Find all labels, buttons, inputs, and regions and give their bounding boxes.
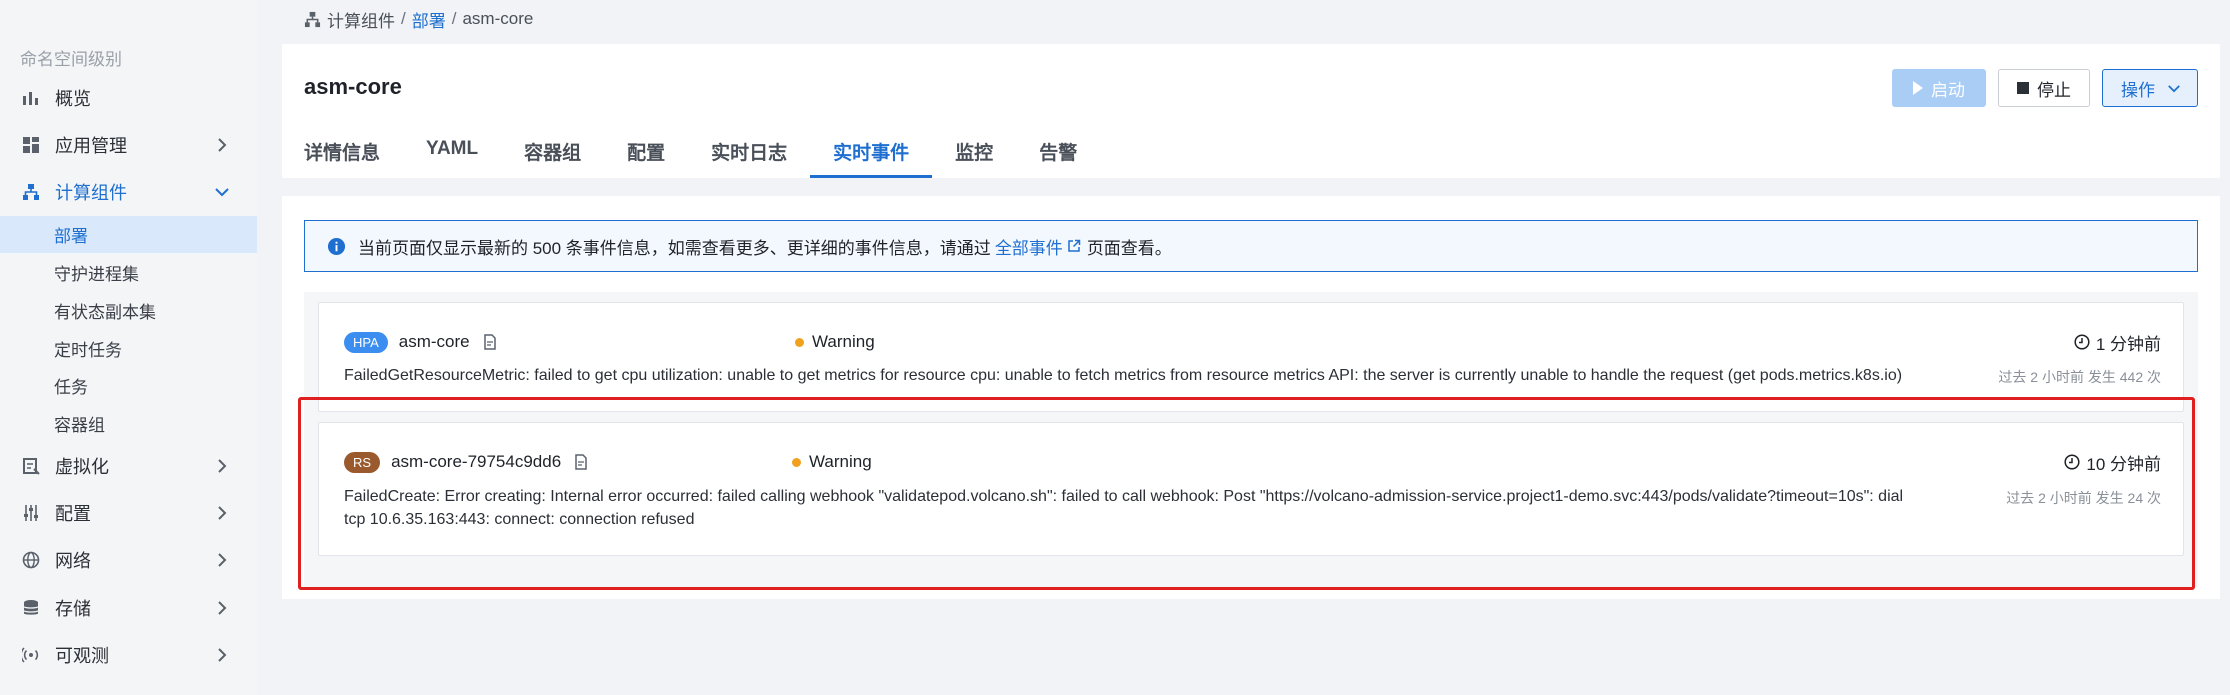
events-list: HPA asm-core Warning 1 分钟前 FailedGetReso… [304, 292, 2198, 587]
breadcrumb-section[interactable]: 部署 [412, 7, 446, 32]
tab-logs[interactable]: 实时日志 [688, 126, 810, 178]
virtual-machine-icon [21, 456, 41, 476]
hierarchy-icon [21, 182, 41, 202]
breadcrumb-separator: / [451, 9, 457, 28]
radar-icon [21, 645, 41, 665]
sidebar-item-app-management[interactable]: 应用管理 [0, 125, 257, 165]
events-panel: 当前页面仅显示最新的 500 条事件信息，如需查看更多、更详细的事件信息，请通过… [282, 196, 2220, 599]
warning-dot [795, 337, 804, 347]
chevron-right-icon [211, 458, 233, 474]
event-item: HPA asm-core Warning 1 分钟前 FailedGetReso… [318, 302, 2184, 412]
breadcrumb-separator: / [401, 9, 406, 28]
tab-details[interactable]: 详情信息 [304, 126, 403, 178]
page-title: asm-core [304, 74, 402, 99]
sidebar-sub-deployments[interactable]: 部署 [0, 216, 257, 253]
event-message: FailedCreate: Error creating: Internal e… [344, 485, 1964, 531]
sliders-icon [21, 503, 41, 523]
start-button-label: 启动 [1931, 80, 1965, 100]
time-label: 10 分钟前 [2086, 454, 2161, 474]
stop-button-label: 停止 [2037, 80, 2071, 100]
breadcrumb-current: asm-core [462, 9, 534, 28]
action-buttons: 启动 停止 操作 [1892, 69, 2198, 107]
tab-bar: 详情信息 YAML 容器组 配置 实时日志 实时事件 监控 告警 [304, 126, 1100, 178]
chevron-right-icon [211, 137, 233, 153]
event-meta: 过去 2 小时前 发生 442 次 [1998, 369, 2161, 385]
sidebar-sub-cronjobs[interactable]: 定时任务 [0, 330, 257, 367]
kind-badge: HPA [344, 331, 388, 353]
chevron-right-icon [211, 647, 233, 663]
tab-pods[interactable]: 容器组 [501, 126, 604, 178]
chevron-right-icon [211, 600, 233, 616]
resource-name: asm-core-79754c9dd6 [391, 452, 562, 471]
chevron-right-icon [211, 505, 233, 521]
event-message-line: FailedCreate: Error creating: Internal e… [344, 488, 1904, 505]
resource-name: asm-core [398, 332, 470, 351]
event-time: 1 分钟前 [2074, 329, 2161, 355]
sidebar-sub-pods[interactable]: 容器组 [0, 405, 257, 442]
event-status: Warning [792, 449, 872, 475]
chevron-down-icon [2167, 84, 2181, 93]
globe-icon [21, 550, 41, 570]
sidebar-item-compute[interactable]: 计算组件 [0, 172, 257, 212]
sidebar-item-virtualization[interactable]: 虚拟化 [0, 446, 257, 486]
clock-icon [2064, 454, 2080, 470]
event-status: Warning [795, 329, 875, 355]
status-label: Warning [809, 452, 872, 471]
event-item: RS asm-core-79754c9dd6 Warning 10 分钟前 Fa… [318, 422, 2184, 556]
tab-monitoring[interactable]: 监控 [932, 126, 1016, 178]
time-label: 1 分钟前 [2095, 334, 2161, 354]
apps-grid-icon [21, 135, 41, 155]
sidebar-sub-daemonsets[interactable]: 守护进程集 [0, 254, 257, 291]
database-icon [21, 598, 41, 618]
hierarchy-icon [304, 11, 321, 28]
all-events-link-label: 全部事件 [994, 238, 1063, 258]
event-time: 10 分钟前 [2064, 449, 2161, 475]
sidebar-item-storage[interactable]: 存储 [0, 588, 257, 628]
event-message-line: tcp 10.6.35.163:443: connect: connection… [344, 511, 695, 528]
namespace-level-label: 命名空间级别 [20, 50, 122, 69]
breadcrumb-root[interactable]: 计算组件 [327, 7, 395, 32]
kind-badge: RS [344, 451, 381, 473]
play-icon [1913, 81, 1923, 95]
tab-events[interactable]: 实时事件 [810, 126, 933, 178]
clock-icon [2074, 334, 2090, 350]
sidebar-item-overview[interactable]: 概览 [0, 78, 257, 118]
all-events-link[interactable]: 全部事件 [995, 234, 1081, 259]
info-icon [327, 237, 346, 256]
warning-dot [792, 457, 801, 467]
sidebar-item-config[interactable]: 配置 [0, 493, 257, 533]
external-link-icon [1063, 239, 1081, 253]
event-meta: 过去 2 小时前 发生 24 次 [2006, 490, 2161, 506]
breadcrumb: 计算组件 / 部署 / asm-core [304, 7, 533, 31]
banner-text: 当前页面仅显示最新的 500 条事件信息，如需查看更多、更详细的事件信息，请通过 [358, 238, 991, 258]
sidebar-item-observability[interactable]: 可观测 [0, 635, 257, 675]
operations-dropdown[interactable]: 操作 [2102, 69, 2198, 107]
sidebar-sub-jobs[interactable]: 任务 [0, 367, 257, 404]
start-button[interactable]: 启动 [1892, 69, 1986, 107]
sidebar-sub-statefulsets[interactable]: 有状态副本集 [0, 292, 257, 329]
sidebar-item-network[interactable]: 网络 [0, 540, 257, 580]
resource-header: asm-core 启动 停止 操作 详情信息 YAML 容器组 配置 实时日志 … [282, 44, 2220, 178]
status-label: Warning [812, 332, 875, 351]
tab-config[interactable]: 配置 [604, 126, 688, 178]
copy-icon[interactable] [573, 453, 588, 471]
tab-alerts[interactable]: 告警 [1016, 126, 1100, 178]
operations-label: 操作 [2121, 80, 2155, 100]
info-banner: 当前页面仅显示最新的 500 条事件信息，如需查看更多、更详细的事件信息，请通过… [304, 220, 2198, 272]
sidebar: 命名空间级别 概览 应用管理 计算组件 部署 守护进程集 有状态副本集 定时任务… [0, 0, 257, 695]
banner-text-after: 页面查看。 [1086, 238, 1172, 258]
bar-chart-icon [21, 88, 41, 108]
chevron-right-icon [211, 552, 233, 568]
stop-icon [2017, 82, 2029, 94]
stop-button[interactable]: 停止 [1998, 69, 2090, 107]
tab-yaml[interactable]: YAML [403, 126, 501, 178]
copy-icon[interactable] [482, 333, 497, 351]
chevron-down-icon [211, 187, 233, 197]
event-message: FailedGetResourceMetric: failed to get c… [344, 367, 1903, 384]
